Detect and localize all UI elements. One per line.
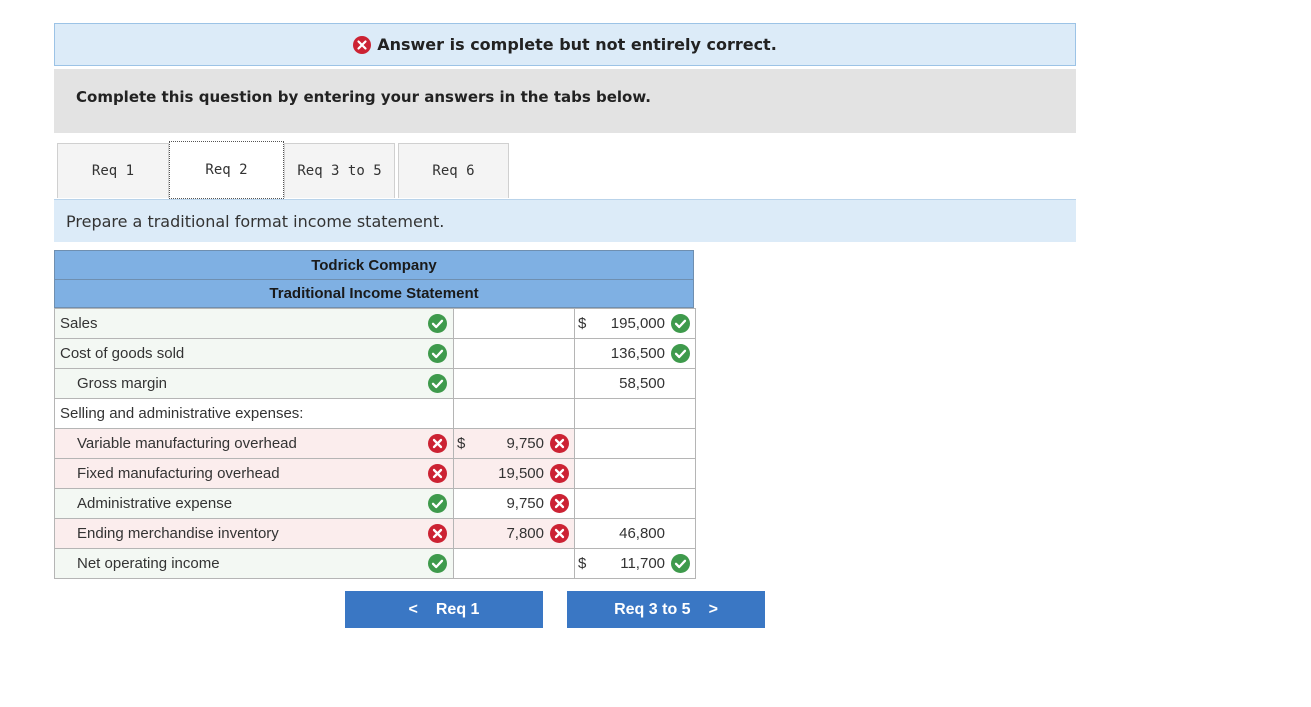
prev-button[interactable]: < Req 1 — [345, 591, 543, 628]
dollar-sign: $ — [578, 555, 587, 572]
row-label-cell[interactable]: Variable manufacturing overhead — [54, 428, 454, 459]
correct-icon — [428, 344, 447, 367]
table-row: Selling and administrative expenses: — [54, 398, 696, 429]
correct-icon — [428, 314, 447, 337]
dollar-sign: $ — [578, 315, 587, 332]
col2-cell[interactable]: $ 195,000 — [574, 308, 696, 339]
result-banner-text: Answer is complete but not entirely corr… — [377, 35, 777, 54]
col1-cell[interactable] — [453, 338, 575, 369]
table-row: Gross margin 58,500 — [54, 368, 696, 399]
row-label-cell[interactable]: Cost of goods sold — [54, 338, 454, 369]
col2-cell[interactable]: 46,800 — [574, 518, 696, 549]
table-row: Net operating income $ 11,700 — [54, 548, 696, 579]
incorrect-icon — [353, 35, 372, 54]
incorrect-icon — [428, 464, 447, 487]
table-row: Fixed manufacturing overhead 19,500 — [54, 458, 696, 489]
tab-label: Req 6 — [432, 163, 475, 179]
incorrect-icon — [428, 524, 447, 547]
incorrect-icon — [428, 434, 447, 457]
table-row: Sales $ 195,000 — [54, 308, 696, 339]
tab-label: Req 3 to 5 — [297, 163, 382, 179]
correct-icon — [428, 494, 447, 517]
statement-table: Sales $ 195,000 Cost of goods sold 136,5… — [54, 308, 696, 579]
company-name: Todrick Company — [54, 250, 694, 280]
col1-cell[interactable] — [453, 548, 575, 579]
correct-icon — [671, 314, 690, 337]
next-button-label: Req 3 to 5 — [614, 600, 691, 618]
row-label: Cost of goods sold — [60, 345, 185, 362]
amount-value: 136,500 — [610, 345, 665, 362]
col1-cell[interactable] — [453, 308, 575, 339]
col2-cell — [574, 398, 696, 429]
row-label-cell: Selling and administrative expenses: — [54, 398, 454, 429]
row-label: Selling and administrative expenses: — [60, 405, 304, 422]
row-label: Net operating income — [77, 555, 220, 572]
instruction-text: Complete this question by entering your … — [76, 88, 651, 106]
chevron-left-icon: < — [408, 600, 418, 618]
table-row: Ending merchandise inventory 7,800 46,80… — [54, 518, 696, 549]
incorrect-icon — [550, 524, 569, 547]
col2-cell[interactable] — [574, 458, 696, 489]
row-label: Gross margin — [77, 375, 168, 392]
col2-cell[interactable]: 58,500 — [574, 368, 696, 399]
incorrect-icon — [550, 464, 569, 487]
correct-icon — [671, 344, 690, 367]
incorrect-icon — [550, 434, 569, 457]
row-label-cell[interactable]: Ending merchandise inventory — [54, 518, 454, 549]
prompt-text: Prepare a traditional format income stat… — [66, 212, 445, 231]
col1-cell[interactable] — [453, 368, 575, 399]
row-label-cell[interactable]: Fixed manufacturing overhead — [54, 458, 454, 489]
table-row: Administrative expense 9,750 — [54, 488, 696, 519]
amount-value: 46,800 — [619, 525, 665, 542]
amount-value: 195,000 — [610, 315, 665, 332]
amount-value: 19,500 — [498, 465, 544, 482]
incorrect-icon — [550, 494, 569, 517]
amount-value: 58,500 — [619, 375, 665, 392]
chevron-right-icon: > — [708, 600, 718, 618]
tab-label: Req 1 — [91, 163, 135, 179]
prev-button-label: Req 1 — [435, 600, 480, 618]
row-label: Ending merchandise inventory — [77, 525, 279, 542]
col2-cell[interactable] — [574, 428, 696, 459]
correct-icon — [428, 374, 447, 397]
col1-cell — [453, 398, 575, 429]
col1-cell[interactable]: $ 9,750 — [453, 428, 575, 459]
tab-req-2[interactable]: Req 2 — [169, 141, 284, 199]
row-label: Administrative expense — [77, 495, 233, 512]
amount-value: 9,750 — [506, 495, 544, 512]
col1-cell[interactable]: 19,500 — [453, 458, 575, 489]
col2-cell[interactable] — [574, 488, 696, 519]
amount-value: 9,750 — [506, 435, 544, 452]
tab-req-1[interactable]: Req 1 — [57, 143, 169, 198]
row-label: Sales — [60, 315, 98, 332]
statement-title: Traditional Income Statement — [54, 280, 694, 308]
instruction-box: Complete this question by entering your … — [54, 69, 1076, 133]
table-row: Variable manufacturing overhead $ 9,750 — [54, 428, 696, 459]
row-label-cell[interactable]: Gross margin — [54, 368, 454, 399]
row-label-cell[interactable]: Administrative expense — [54, 488, 454, 519]
row-label: Fixed manufacturing overhead — [77, 465, 280, 482]
next-button[interactable]: Req 3 to 5 > — [567, 591, 765, 628]
amount-value: 7,800 — [506, 525, 544, 542]
dollar-sign: $ — [457, 435, 466, 452]
tab-req-3-to-5[interactable]: Req 3 to 5 — [284, 143, 395, 198]
income-statement: Todrick Company Traditional Income State… — [54, 250, 696, 579]
amount-value: 11,700 — [620, 555, 665, 572]
question-prompt: Prepare a traditional format income stat… — [54, 199, 1076, 242]
row-label-cell[interactable]: Net operating income — [54, 548, 454, 579]
col1-cell[interactable]: 9,750 — [453, 488, 575, 519]
result-banner: Answer is complete but not entirely corr… — [54, 23, 1076, 66]
tab-req-6[interactable]: Req 6 — [398, 143, 509, 198]
correct-icon — [671, 554, 690, 577]
correct-icon — [428, 554, 447, 577]
col2-cell[interactable]: $ 11,700 — [574, 548, 696, 579]
row-label: Variable manufacturing overhead — [77, 435, 297, 452]
col2-cell[interactable]: 136,500 — [574, 338, 696, 369]
tab-label: Req 2 — [205, 162, 248, 178]
row-label-cell[interactable]: Sales — [54, 308, 454, 339]
col1-cell[interactable]: 7,800 — [453, 518, 575, 549]
table-row: Cost of goods sold 136,500 — [54, 338, 696, 369]
